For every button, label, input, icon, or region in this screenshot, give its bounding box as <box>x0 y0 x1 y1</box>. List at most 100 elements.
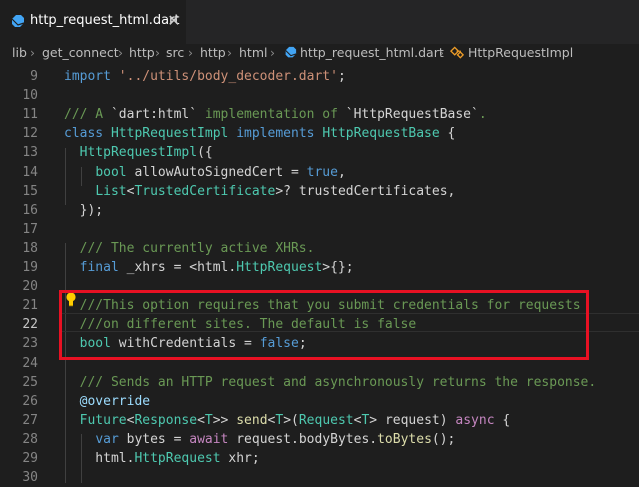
class-symbol-icon <box>450 46 465 59</box>
code-line[interactable]: 14 bool allowAutoSignedCert = true, <box>0 163 639 182</box>
code-token: _xhrs = <html. <box>118 260 237 275</box>
breadcrumb-item-html[interactable]: html <box>239 44 267 62</box>
code-line[interactable]: 25 /// Sends an HTTP request and asynchr… <box>0 373 639 392</box>
code-token: async <box>455 412 495 428</box>
breadcrumb-item-get-connect[interactable]: get_connect <box>42 44 119 62</box>
code-line[interactable]: 27 Future<Response<T>> send<T>(Request<T… <box>0 411 639 430</box>
code-token: request.bodyBytes. <box>228 431 378 447</box>
code-token: HttpRequestBase <box>322 126 440 142</box>
breadcrumb-item-http-2[interactable]: http <box>200 44 226 62</box>
code-token: List <box>95 183 127 199</box>
line-number: 15 <box>22 183 38 199</box>
code-token: >{}; <box>322 260 354 275</box>
code-line[interactable]: 12 class HttpRequestImpl implements HttpR… <box>0 124 639 143</box>
breadcrumb-separator: › <box>188 45 193 60</box>
code-token: html. <box>64 451 135 466</box>
code-token: (); <box>431 431 456 447</box>
breadcrumb: lib › get_connect › http › src › http › … <box>0 44 639 62</box>
code-token: bool <box>95 164 127 180</box>
code-token: Future <box>79 412 127 428</box>
breadcrumb-separator: › <box>227 45 232 60</box>
code-token: Request <box>298 412 354 428</box>
code-token: T <box>204 412 213 428</box>
line-number: 19 <box>22 260 38 275</box>
code-token: { <box>439 126 456 142</box>
breadcrumb-item-file[interactable]: http_request_html.dart <box>300 44 444 62</box>
code-token: final <box>79 260 119 275</box>
code-line[interactable]: 9 import '../utils/body_decoder.dart'; <box>0 67 639 86</box>
code-text: HttpRequestImpl({ <box>64 143 213 162</box>
code-token: ; <box>337 69 346 84</box>
code-text: Future<Response<T>> send<T>(Request<T> r… <box>64 411 511 430</box>
line-number: 22 <box>22 317 38 333</box>
code-text: final _xhrs = <html.HttpRequest>{}; <box>64 258 354 277</box>
code-token: > request) <box>369 412 456 428</box>
code-token: Response <box>134 412 198 428</box>
code-text: bool allowAutoSignedCert = true, <box>64 163 346 182</box>
breadcrumb-separator: › <box>439 45 444 60</box>
line-number: 29 <box>22 451 38 466</box>
code-token: import <box>64 69 111 84</box>
line-number: 30 <box>22 470 38 486</box>
line-number: 28 <box>22 431 38 447</box>
editor-tab[interactable]: http_request_html.dart ✕ <box>0 0 186 44</box>
code-token: HttpRequest <box>236 260 323 275</box>
line-number: 13 <box>22 145 38 161</box>
breadcrumb-item-src[interactable]: src <box>166 44 184 62</box>
line-number: 27 <box>22 412 38 428</box>
line-number: 25 <box>22 374 38 390</box>
line-number: 16 <box>22 202 38 218</box>
code-token: implementation of <box>197 107 346 123</box>
code-token: < <box>197 412 205 428</box>
code-text: }); <box>64 201 104 220</box>
code-line[interactable]: 26 @override <box>0 392 639 411</box>
code-token: /// Sends an HTTP request and asynchrono… <box>64 374 597 390</box>
code-line[interactable]: 15 List<TrustedCertificate>? trustedCert… <box>0 182 639 201</box>
code-token: >? trustedCertificates, <box>275 183 456 199</box>
line-number: 11 <box>22 107 38 123</box>
code-token: , <box>337 164 346 180</box>
breadcrumb-item-class[interactable]: HttpRequestImpl <box>468 44 573 62</box>
annotation-highlight-box <box>59 290 589 360</box>
code-token: '../utils/body_decoder.dart' <box>118 69 338 84</box>
line-number: 21 <box>22 298 38 314</box>
line-number: 17 <box>22 221 38 237</box>
code-token: xhr; <box>220 451 260 466</box>
code-line[interactable]: 29 html.HttpRequest xhr; <box>0 449 639 468</box>
code-token: HttpRequestImpl <box>79 145 198 161</box>
code-token: allowAutoSignedCert = <box>126 164 307 180</box>
tab-bar: http_request_html.dart ✕ <box>0 0 639 44</box>
code-token: TrustedCertificate <box>134 183 276 199</box>
code-token: >( <box>283 412 299 428</box>
code-line[interactable]: 30 <box>0 468 639 487</box>
code-token: @override <box>79 393 151 409</box>
code-text: /// The currently active XHRs. <box>64 239 315 258</box>
breadcrumb-separator: › <box>30 45 35 60</box>
code-line[interactable]: 17 <box>0 220 639 239</box>
code-token: { <box>494 412 511 428</box>
line-number: 18 <box>22 240 38 256</box>
code-token: /// The currently active XHRs. <box>64 240 315 256</box>
breadcrumb-item-http[interactable]: http <box>129 44 155 62</box>
code-editor[interactable]: 9 import '../utils/body_decoder.dart'; 10 1… <box>0 62 639 485</box>
line-number: 23 <box>22 336 38 352</box>
code-token: `dart:html` <box>110 107 198 123</box>
code-line[interactable]: 28 var bytes = await request.bodyBytes.t… <box>0 430 639 449</box>
code-line[interactable]: 11 /// A `dart:html` implementation of `H… <box>0 105 639 124</box>
code-token: implements <box>236 126 315 142</box>
code-line[interactable]: 19 final _xhrs = <html.HttpRequest>{}; <box>0 258 639 277</box>
code-line[interactable]: 18 /// The currently active XHRs. <box>0 239 639 258</box>
dart-file-icon <box>11 15 25 27</box>
code-text: import '../utils/body_decoder.dart'; <box>64 67 346 86</box>
code-line[interactable]: 10 <box>0 86 639 105</box>
code-line[interactable]: 16 }); <box>0 201 639 220</box>
close-icon[interactable]: ✕ <box>164 11 184 31</box>
code-token: }); <box>64 202 104 218</box>
code-line[interactable]: 13 HttpRequestImpl({ <box>0 143 639 162</box>
breadcrumb-item-lib[interactable]: lib <box>12 44 27 62</box>
